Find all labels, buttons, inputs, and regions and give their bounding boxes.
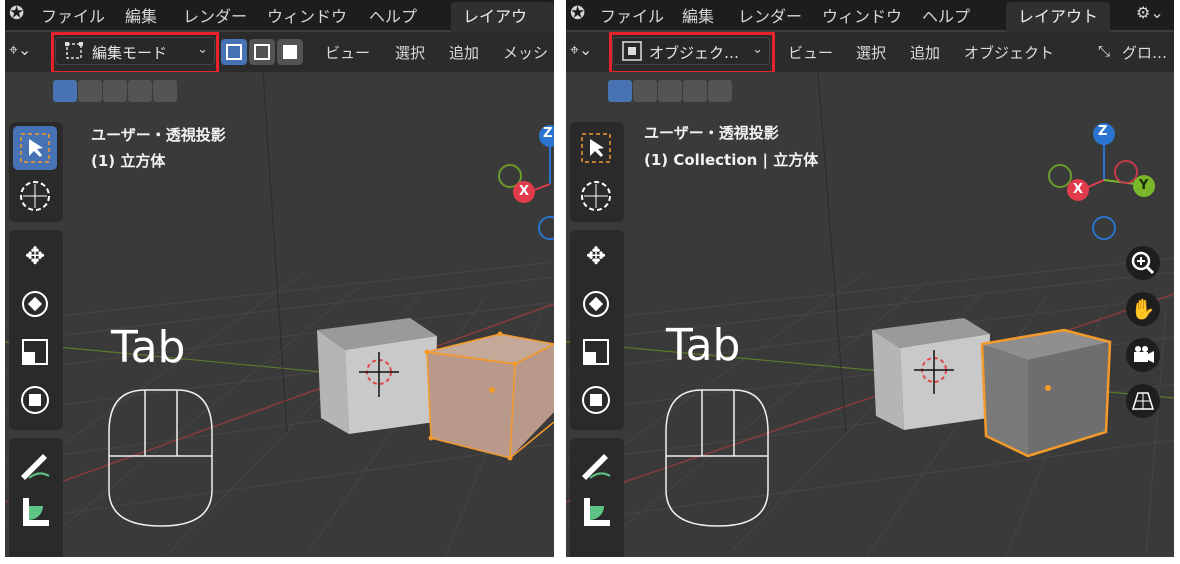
select-mode-buttons[interactable] (221, 39, 311, 65)
3d-viewport[interactable]: Z X ユーザー・透視投影 (1) 立方体 Tab ✥ (5, 71, 555, 557)
scale-tool[interactable] (574, 330, 618, 374)
cube-selected[interactable] (980, 328, 1112, 458)
mouse-icon (108, 389, 213, 527)
tab-key-label: Tab (111, 322, 186, 373)
move-tool[interactable]: ✥ (574, 234, 618, 278)
menu-help[interactable]: ヘルプ (922, 3, 970, 27)
chevron-down-icon: ⌄ (752, 42, 763, 57)
blender-logo-icon[interactable]: ✪ (570, 3, 585, 24)
header-view[interactable]: ビュー (788, 42, 833, 63)
viewport-header: ⌖⌄ 編集モード ⌄ ビュー 選択 追加 メッシ (5, 32, 554, 72)
edit-mode-icon (65, 42, 83, 59)
tab-key-label: Tab (666, 320, 741, 371)
gizmo-z-label: Z (543, 126, 553, 141)
3d-viewport[interactable]: Z X Y ✋ ユーザー・透視投影 (1) Collection | 立方体 T… (566, 71, 1174, 557)
mode-dropdown[interactable]: 編集モード ⌄ (55, 37, 215, 65)
selection-mode-buttons[interactable] (608, 80, 733, 104)
select-box-tool[interactable] (13, 126, 57, 170)
scene-selector-icon[interactable]: ⚙⌄ (1136, 3, 1164, 22)
blender-logo-icon[interactable]: ✪ (9, 3, 24, 24)
toolbar-transform-group: ✥ (9, 230, 63, 430)
menu-window[interactable]: ウィンドウ (822, 3, 902, 27)
menu-file[interactable]: ファイル (600, 3, 664, 27)
svg-text:✥: ✥ (586, 242, 606, 270)
workspace-tab-layout[interactable]: レイアウト (1006, 2, 1111, 32)
header-select[interactable]: 選択 (856, 42, 886, 63)
chevron-down-icon: ⌄ (197, 42, 208, 57)
cursor-tool[interactable] (13, 174, 57, 218)
select-box-tool[interactable] (574, 126, 618, 170)
mouse-icon (665, 389, 769, 527)
transform-tool[interactable] (13, 378, 57, 422)
cursor-tool[interactable] (574, 174, 618, 218)
gizmo-x-label: X (519, 184, 530, 199)
view-title: ユーザー・透視投影 (644, 124, 779, 142)
toolbar-select-group (570, 122, 624, 222)
view-subtitle: (1) Collection | 立方体 (644, 151, 819, 169)
menu-render[interactable]: レンダー (738, 3, 802, 27)
menu-file[interactable]: ファイル (41, 3, 105, 27)
editor-type-icon[interactable]: ⌖⌄ (9, 40, 31, 60)
toolbar-transform-group: ✥ (570, 230, 624, 430)
transform-orientation-label[interactable]: グロ… (1122, 42, 1167, 63)
viewport-scene (566, 71, 1174, 557)
toolbar-annotate-group (9, 438, 63, 557)
top-menubar: ✪ ファイル 編集 レンダー ウィンドウ ヘルプ レイアウト (5, 0, 554, 56)
scale-tool[interactable] (13, 330, 57, 374)
menu-render[interactable]: レンダー (183, 3, 247, 27)
measure-tool[interactable] (574, 490, 618, 534)
menu-window[interactable]: ウィンドウ (267, 3, 347, 27)
header-mesh[interactable]: メッシ (503, 42, 548, 63)
viewport-header: ⌖⌄ オブジェク… ⌄ ビュー 選択 追加 オブジェクト ⤡ グロ… (566, 32, 1174, 72)
cube-selected[interactable] (424, 331, 555, 461)
mode-dropdown[interactable]: オブジェク… ⌄ (612, 37, 770, 65)
workspace-tab-layout[interactable]: レイアウト (451, 2, 554, 56)
gizmo-x-label: X (1073, 182, 1084, 197)
navigation-gizmo[interactable] (498, 125, 554, 240)
annotate-tool[interactable] (574, 442, 618, 486)
editor-type-icon[interactable]: ⌖⌄ (570, 40, 592, 60)
svg-text:✋: ✋ (1131, 297, 1156, 321)
mode-label: 編集モード (92, 44, 168, 62)
gizmo-y-label: Y (1139, 178, 1149, 193)
view-subtitle: (1) 立方体 (91, 152, 166, 170)
rotate-tool[interactable] (574, 282, 618, 326)
rotate-tool[interactable] (13, 282, 57, 326)
move-tool[interactable]: ✥ (13, 234, 57, 278)
right-panel: ✪ ファイル 編集 レンダー ウィンドウ ヘルプ レイアウト ⚙⌄ ⌖⌄ オブジ… (566, 0, 1174, 557)
svg-text:✥: ✥ (25, 242, 45, 270)
view-title: ユーザー・透視投影 (91, 126, 226, 144)
zoom-icon[interactable] (1126, 246, 1160, 280)
header-object[interactable]: オブジェクト (964, 42, 1054, 63)
header-add[interactable]: 追加 (910, 42, 940, 63)
menu-edit[interactable]: 編集 (682, 3, 714, 27)
menu-help[interactable]: ヘルプ (369, 3, 417, 27)
measure-tool[interactable] (13, 490, 57, 534)
selection-mode-buttons[interactable] (53, 80, 178, 104)
viewport-scene (5, 71, 555, 557)
toolbar-annotate-group (570, 438, 624, 557)
header-add[interactable]: 追加 (449, 42, 479, 63)
pan-hand-icon[interactable]: ✋ (1126, 292, 1160, 326)
mode-label: オブジェク… (649, 44, 740, 62)
gizmo-z-label: Z (1098, 124, 1108, 139)
annotate-tool[interactable] (13, 442, 57, 486)
transform-tool[interactable] (574, 378, 618, 422)
toolbar-select-group (9, 122, 63, 222)
object-mode-icon (622, 41, 642, 61)
top-menubar: ✪ ファイル 編集 レンダー ウィンドウ ヘルプ レイアウト ⚙⌄ (566, 0, 1174, 32)
menu-edit[interactable]: 編集 (125, 3, 157, 27)
camera-icon[interactable] (1126, 338, 1160, 372)
header-view[interactable]: ビュー (325, 42, 370, 63)
header-select[interactable]: 選択 (395, 42, 425, 63)
transform-orientation-icon[interactable]: ⤡ (1098, 42, 1110, 60)
left-panel: ✪ ファイル 編集 レンダー ウィンドウ ヘルプ レイアウト ⌖⌄ 編集モード … (5, 0, 554, 557)
perspective-grid-icon[interactable] (1126, 384, 1160, 418)
